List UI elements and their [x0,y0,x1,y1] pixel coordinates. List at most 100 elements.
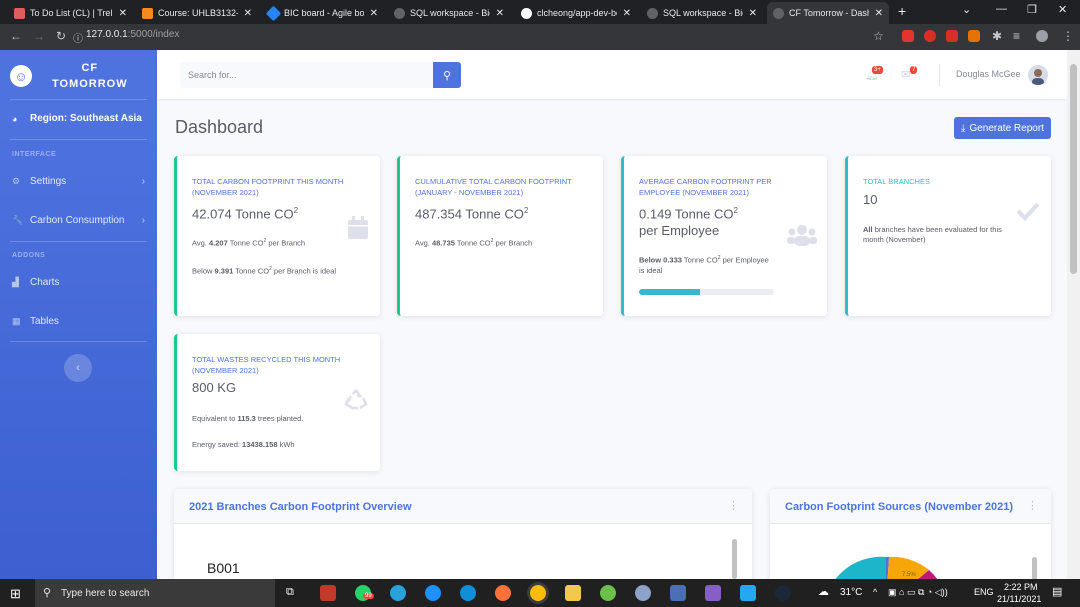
info-icon[interactable]: ⓘ [73,30,83,45]
tray-chevron-icon[interactable]: ^ [873,587,877,597]
close-icon[interactable]: ✕ [244,8,252,19]
app-icon-acrobat[interactable] [320,585,336,601]
search-input[interactable]: Search for... [180,62,433,88]
app-icon-firefox[interactable] [495,585,511,601]
brand[interactable]: ☺ CF TOMORROW [10,60,128,92]
browser-tab-sql-2[interactable]: SQL workspace - Big ✕ [641,2,763,24]
sidebar-heading-interface: INTERFACE [12,151,57,158]
envelope-icon[interactable]: ✉ [901,68,910,81]
close-icon[interactable]: ✕ [496,8,504,19]
browser-tab-github[interactable]: clcheong/app-dev-bc ✕ [515,2,637,24]
pdf-extension-icon[interactable] [902,30,914,42]
browser-tab-jira[interactable]: BIC board - Agile boa ✕ [262,2,384,24]
app-icon-visual-studio[interactable] [705,585,721,601]
app-icon-r[interactable] [635,585,651,601]
clock-time[interactable]: 2:22 PM [1004,582,1038,592]
app-icon-skype[interactable] [425,585,441,601]
sidebar-item-carbon-consumption[interactable]: 🔧 Carbon Consumption › [12,215,145,226]
reading-list-icon[interactable]: ≡ [1013,29,1020,43]
url-field[interactable]: 127.0.0.1:5000/index [86,29,179,40]
extension-icon[interactable] [924,30,936,42]
tachometer-icon: ◕ [12,113,18,124]
minimize-button[interactable]: — [996,3,1007,15]
close-icon[interactable]: ✕ [875,8,883,19]
card-note-avg: Avg. 48.735 Tonne CO2 per Branch [415,238,533,248]
topbar: Search for... ⚲ 🔔︎ 3+ ✉ 7 Douglas McGee [157,50,1067,99]
app-icon-edge[interactable] [460,585,476,601]
weather-icon[interactable]: ☁ [818,585,829,598]
card-value: 0.149 Tonne CO2 per Employee [639,206,738,239]
browser-tab-bar: To Do List (CL) | Trello ✕ Course: UHLB31… [0,0,1080,24]
card-note-energy: Energy saved: 13438.158 kWh [192,440,295,449]
sidebar-item-tables[interactable]: ▦ Tables [12,316,145,327]
close-icon[interactable]: ✕ [623,8,631,19]
search-button[interactable]: ⚲ [433,62,461,88]
card-total-branches: TOTAL BRANCHES 10 All branches have been… [845,156,1051,316]
browser-menu-icon[interactable]: ⋮ [1062,29,1074,43]
app-icon-dev[interactable] [670,585,686,601]
window-close-button[interactable]: ✕ [1058,3,1067,16]
off-extension-icon[interactable] [968,30,980,42]
sidebar-item-region[interactable]: ◕ Region: Southeast Asia [12,113,145,124]
notification-icon[interactable]: ▤ [1052,585,1062,598]
reload-icon[interactable]: ↻ [56,29,66,43]
app-icon-file-explorer[interactable] [565,585,581,601]
app-icon-anaconda[interactable] [600,585,616,601]
panel-scrollbar[interactable] [732,539,737,579]
browser-tab-course[interactable]: Course: UHLB3132-40✕ [136,2,258,24]
card-title: TOTAL CARBON FOOTPRINT THIS MONTH (NOVEM… [192,177,344,197]
browser-tab-trello[interactable]: To Do List (CL) | Trello ✕ [8,2,133,24]
generate-report-button[interactable]: ⤓ Generate Report [954,117,1051,139]
temperature[interactable]: 31°C [840,587,862,598]
carbon-sources-panel: Carbon Footprint Sources (November 2021)… [770,489,1051,589]
browser-tab-cf-tomorrow[interactable]: CF Tomorrow - Dashb ✕ [767,2,889,24]
language-indicator[interactable]: ENG [974,587,994,597]
card-cumulative-carbon: CULMULATIVE TOTAL CARBON FOOTPRINT (JANU… [397,156,603,316]
new-tab-button[interactable]: + [898,3,906,19]
page-scrollbar[interactable] [1067,50,1080,579]
profile-avatar[interactable] [1036,30,1048,42]
scrollbar-thumb[interactable] [1070,64,1077,274]
tab-search-icon[interactable]: ⌄ [962,3,971,16]
card-value: 42.074 Tonne CO2 [192,206,299,222]
back-icon[interactable]: ← [10,29,22,43]
windows-start-icon[interactable]: ⊞ [10,586,21,602]
wrench-icon: 🔧 [12,215,24,225]
pie-data-label: 7.5% [902,572,916,578]
taskbar-search-input[interactable]: ⚲ Type here to search [35,579,275,607]
close-icon[interactable]: ✕ [119,8,127,19]
tp-extension-icon[interactable] [946,30,958,42]
avatar[interactable] [1028,65,1048,85]
task-view-icon[interactable]: ⧉ [286,586,294,599]
app-icon-vscode[interactable] [740,585,756,601]
bookmark-star-icon[interactable]: ☆ [873,29,884,43]
app-icon-chrome[interactable] [530,585,546,601]
close-icon[interactable]: ✕ [749,8,757,19]
sidebar-toggle-button[interactable]: ‹ [64,354,92,382]
app-icon-steam[interactable] [775,585,791,601]
clock-date[interactable]: 21/11/2021 [997,594,1041,604]
browser-tab-sql-1[interactable]: SQL workspace - Big ✕ [388,2,510,24]
sidebar-item-settings[interactable]: ⚙ Settings › [12,176,145,187]
card-value: 10 [863,192,878,207]
extensions-puzzle-icon[interactable]: ✱ [992,29,1002,43]
recycle-icon [344,389,368,410]
chart-area-icon: ▟ [12,277,19,287]
cog-icon: ⚙ [12,176,21,186]
user-name[interactable]: Douglas McGee [956,69,1021,79]
progress-bar [639,289,774,295]
progress-fill [639,289,700,295]
more-vertical-icon[interactable]: ⋮ [728,499,739,512]
panel-header: 2021 Branches Carbon Footprint Overview … [174,489,752,524]
globe-icon [394,7,405,19]
close-icon[interactable]: ✕ [370,8,378,19]
tray-icons[interactable]: ▣ ⌂ ▭ ⧉ ◔ ◁)) [888,587,948,598]
app-icon-telegram[interactable] [390,585,406,601]
card-title: CULMULATIVE TOTAL CARBON FOOTPRINT (JANU… [415,177,572,197]
forward-icon[interactable]: → [33,29,45,43]
more-vertical-icon[interactable]: ⋮ [1027,499,1038,512]
restore-button[interactable]: ❐ [1027,3,1037,16]
panel-header: Carbon Footprint Sources (November 2021)… [770,489,1051,524]
sidebar-item-charts[interactable]: ▟ Charts [12,277,145,288]
search-icon: ⚲ [442,69,452,82]
